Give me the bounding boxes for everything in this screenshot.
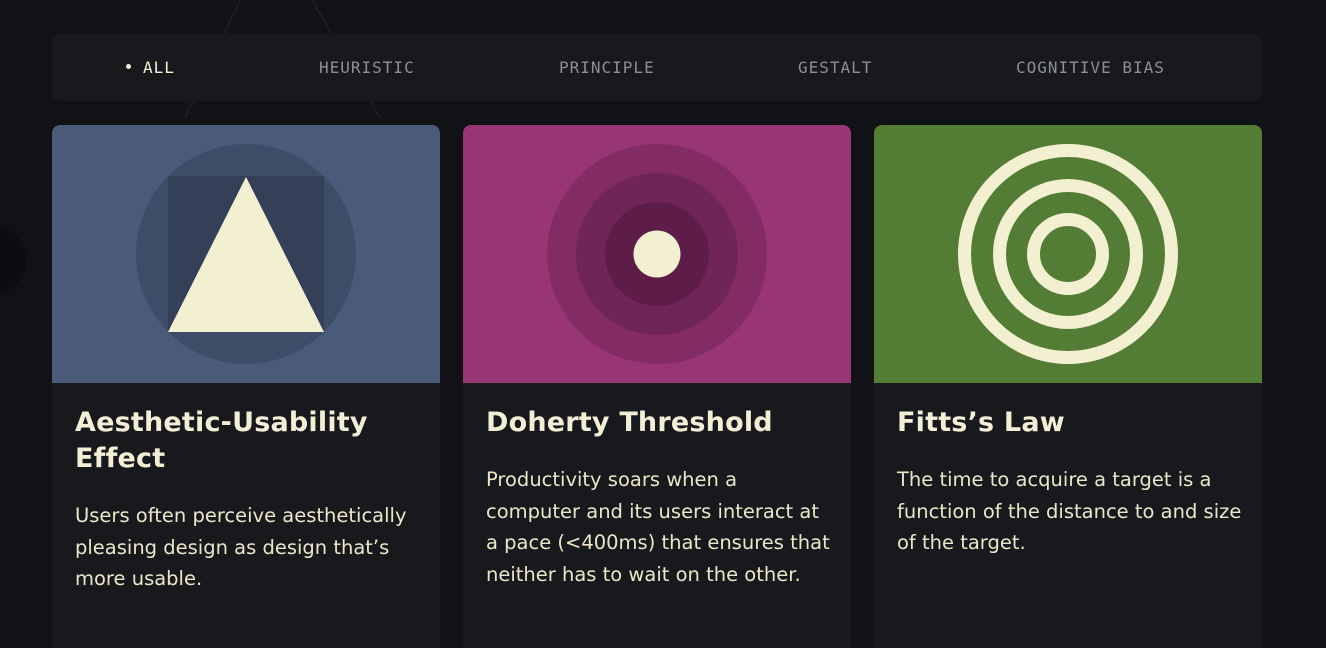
- filter-label: COGNITIVE BIAS: [1016, 58, 1165, 77]
- card-illustration: [52, 125, 440, 383]
- filter-label: HEURISTIC: [319, 58, 415, 77]
- filter-gestalt[interactable]: GESTALT: [798, 34, 872, 101]
- concentric-circles-dot-icon: [463, 125, 851, 383]
- filter-all[interactable]: ALL: [126, 34, 175, 101]
- filter-label: ALL: [143, 58, 175, 77]
- triangle-in-square-in-circle-icon: [52, 125, 440, 383]
- filter-label: PRINCIPLE: [559, 58, 655, 77]
- law-card-aesthetic-usability[interactable]: Aesthetic-Usability Effect Users often p…: [52, 125, 440, 648]
- card-description: The time to acquire a target is a functi…: [897, 468, 1242, 554]
- category-filter-bar: ALL HEURISTIC PRINCIPLE GESTALT COGNITIV…: [52, 34, 1262, 101]
- card-title: Aesthetic-Usability Effect: [75, 407, 368, 474]
- filter-label: GESTALT: [798, 58, 873, 77]
- target-rings-icon: [874, 125, 1262, 383]
- card-illustration: [874, 125, 1262, 383]
- card-title: Doherty Threshold: [486, 407, 773, 438]
- card-description: Productivity soars when a computer and i…: [486, 468, 830, 586]
- active-dot-icon: [126, 64, 131, 69]
- card-illustration: [463, 125, 851, 383]
- card-description: Users often perceive aesthetically pleas…: [75, 504, 407, 590]
- filter-heuristic[interactable]: HEURISTIC: [319, 34, 415, 101]
- card-title: Fitts’s Law: [897, 407, 1065, 438]
- filter-principle[interactable]: PRINCIPLE: [559, 34, 655, 101]
- filter-cognitive-bias[interactable]: COGNITIVE BIAS: [1016, 34, 1165, 101]
- law-card-doherty-threshold[interactable]: Doherty Threshold Productivity soars whe…: [463, 125, 851, 648]
- law-card-fitts-law[interactable]: Fitts’s Law The time to acquire a target…: [874, 125, 1262, 648]
